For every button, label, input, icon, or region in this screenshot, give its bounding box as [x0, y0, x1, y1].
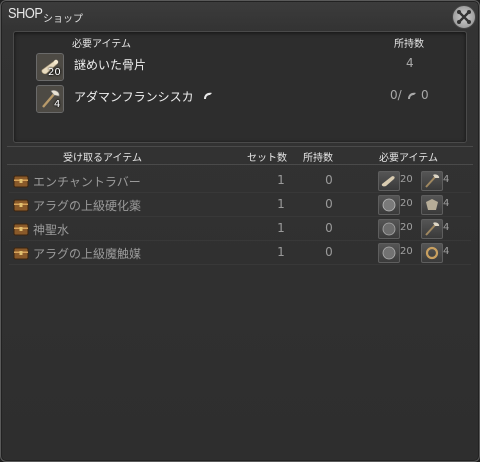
column-header-owned: 所持数	[303, 153, 333, 164]
shop-window: SHOP ショップ 必要アイテム 所持数 20 謎めいた骨片 4 4 アダマンフ…	[0, 0, 480, 462]
required-count: 4	[443, 222, 450, 233]
treasure-chest-icon	[13, 247, 29, 260]
axe-icon	[421, 219, 443, 239]
required-item-row[interactable]: 4 アダマンフランシスカ 0/ 0	[34, 84, 454, 113]
set-count: 1	[277, 197, 285, 211]
list-item[interactable]: アラグの上級硬化薬 1 0 20 4	[9, 193, 471, 217]
item-name: エンチャントラバー	[33, 175, 141, 189]
item-name: アラグの上級硬化薬	[33, 199, 142, 213]
collectable-icon	[408, 92, 416, 99]
orb-icon	[378, 219, 400, 239]
required-item-owned-collectable: 0	[421, 88, 429, 102]
required-item-owned: 0/	[390, 88, 402, 102]
required-item-count: 4	[54, 99, 61, 110]
owned-count: 0	[325, 221, 333, 235]
required-item-count: 20	[48, 67, 61, 78]
required-count: 4	[443, 198, 450, 209]
treasure-chest-icon	[13, 175, 29, 188]
orb-icon	[378, 243, 400, 263]
window-title: SHOP	[8, 5, 43, 22]
set-count: 1	[277, 245, 285, 259]
list-item[interactable]: 神聖水 1 0 20 4	[9, 217, 471, 241]
treasure-chest-icon	[13, 223, 29, 236]
owned-count: 0	[325, 173, 333, 187]
required-item-owned: 4	[406, 56, 414, 70]
list-item[interactable]: エンチャントラバー 1 0 20 4	[9, 169, 471, 193]
window-subtitle: ショップ	[43, 14, 83, 25]
set-count: 1	[277, 173, 285, 187]
required-count: 4	[443, 174, 450, 185]
owned-count: 0	[325, 197, 333, 211]
close-icon	[457, 10, 471, 24]
item-name: アラグの上級魔触媒	[33, 247, 142, 261]
bone-fragment-icon	[378, 171, 400, 191]
list-item[interactable]: アラグの上級魔触媒 1 0 20 4	[9, 241, 471, 265]
required-item-row[interactable]: 20 謎めいた骨片 4	[34, 52, 454, 81]
axe-icon	[421, 171, 443, 191]
column-header-item: 受け取るアイテム	[63, 153, 142, 164]
close-button[interactable]	[452, 5, 476, 29]
owned-count: 0	[325, 245, 333, 259]
required-count: 20	[400, 174, 413, 185]
required-count: 20	[400, 222, 413, 233]
required-item-name: 謎めいた骨片	[74, 58, 147, 72]
required-count: 4	[443, 246, 450, 257]
column-header-required: 必要アイテム	[379, 153, 438, 164]
required-item-name: アダマンフランシスカ	[74, 90, 194, 104]
divider	[7, 146, 473, 147]
required-count: 20	[400, 246, 413, 257]
title-bar[interactable]: SHOP ショップ	[1, 1, 479, 29]
gauntlet-icon	[421, 195, 443, 215]
column-header-sets: セット数	[247, 153, 287, 164]
required-items-panel: 必要アイテム 所持数 20 謎めいた骨片 4 4 アダマンフランシスカ 0/ 0	[13, 31, 467, 143]
collectable-icon	[204, 92, 212, 99]
item-name: 神聖水	[33, 223, 70, 237]
set-count: 1	[277, 221, 285, 235]
required-count: 20	[400, 198, 413, 209]
ring-icon	[421, 243, 443, 263]
treasure-chest-icon	[13, 199, 29, 212]
divider	[7, 164, 473, 165]
orb-icon	[378, 195, 400, 215]
required-owned-header: 所持数	[394, 39, 424, 50]
required-item-header: 必要アイテム	[72, 39, 131, 50]
